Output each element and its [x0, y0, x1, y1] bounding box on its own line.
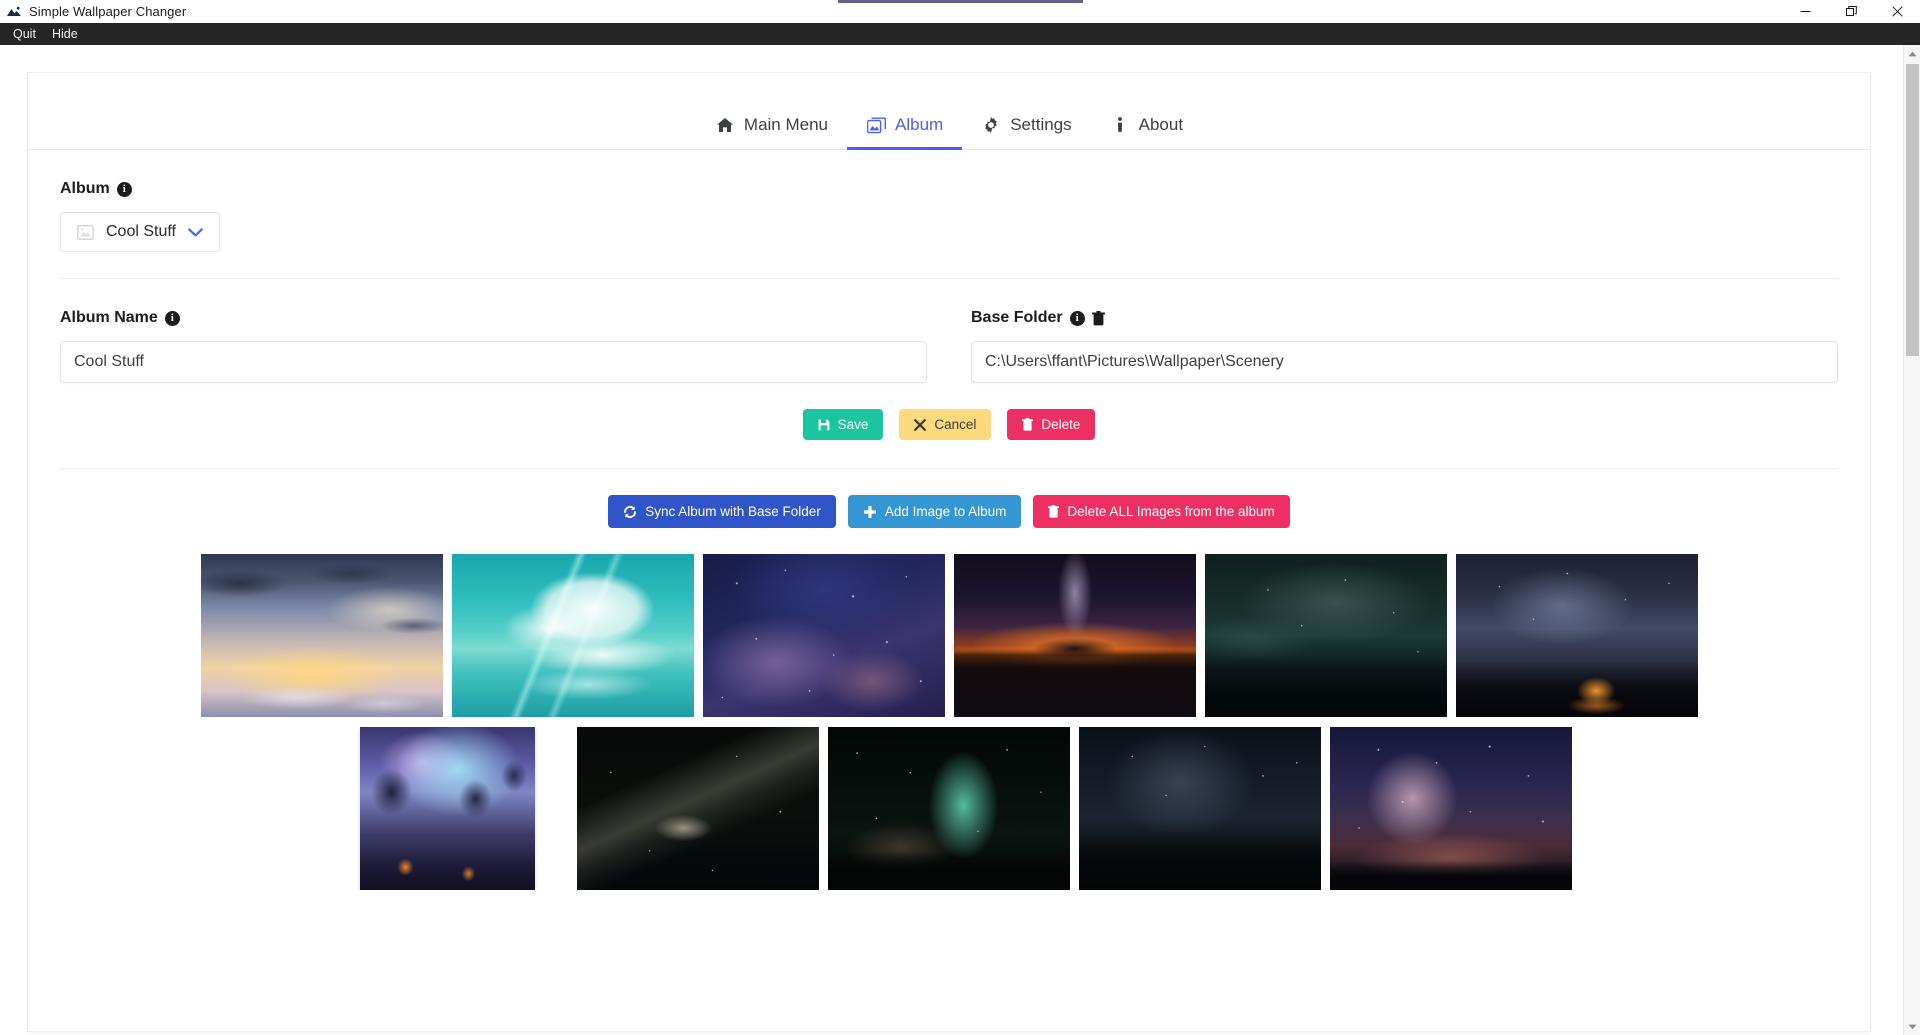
- app-menubar: Quit Hide: [0, 23, 1920, 45]
- trash-icon: [1048, 505, 1060, 518]
- cancel-button[interactable]: Cancel: [899, 409, 992, 440]
- album-name-label: Album Name: [60, 309, 158, 326]
- thumbnail-blue-nebula[interactable]: [702, 554, 945, 717]
- menu-item-hide[interactable]: Hide: [44, 25, 86, 43]
- save-disk-icon: [818, 419, 830, 431]
- delete-button-label: Delete: [1041, 417, 1081, 432]
- album-info-icon[interactable]: i: [116, 181, 132, 197]
- delete-button[interactable]: Delete: [1007, 409, 1096, 440]
- thumbnail-lake-campfire[interactable]: [1455, 554, 1698, 717]
- info-icon: [1110, 115, 1130, 135]
- album-fields-row: Album Name i Base Folder i: [28, 279, 1870, 383]
- save-button-label: Save: [837, 417, 869, 432]
- album-label: Album: [60, 180, 110, 197]
- tab-settings[interactable]: Settings: [962, 106, 1090, 150]
- thumbnail-big-cloud-pier[interactable]: [451, 554, 694, 717]
- caret-up-icon[interactable]: [1904, 45, 1920, 62]
- album-dropdown[interactable]: Cool Stuff: [60, 212, 220, 252]
- add-image-button[interactable]: Add Image to Album: [847, 495, 1022, 528]
- album-name-info-icon[interactable]: i: [164, 310, 180, 326]
- base-folder-input[interactable]: [971, 341, 1838, 383]
- tab-album[interactable]: Album: [847, 106, 963, 150]
- album-dropdown-value: Cool Stuff: [106, 223, 176, 240]
- image-placeholder-icon: [77, 224, 94, 240]
- window-controls: [1782, 0, 1920, 23]
- save-button[interactable]: Save: [802, 409, 884, 440]
- restore-icon[interactable]: [1828, 0, 1874, 23]
- delete-all-images-button[interactable]: Delete ALL Images from the album: [1033, 495, 1290, 528]
- album-select-section: Album i Cool Stuff: [28, 180, 1870, 252]
- album-label-row: Album i: [60, 180, 1838, 198]
- scrollbar-thumb[interactable]: [1906, 64, 1919, 356]
- base-folder-label-row: Base Folder i: [971, 309, 1838, 327]
- caret-down-icon[interactable]: [1904, 1018, 1920, 1035]
- album-card: Main Menu Album Settings About Album i C…: [27, 72, 1871, 1032]
- album-action-row: Sync Album with Base Folder Add Image to…: [28, 495, 1870, 528]
- sync-album-button-label: Sync Album with Base Folder: [645, 504, 821, 519]
- tab-main-menu[interactable]: Main Menu: [696, 106, 847, 150]
- album-name-input[interactable]: [60, 341, 927, 383]
- thumbnail-dark-shore[interactable]: [1204, 554, 1447, 717]
- base-folder-label: Base Folder: [971, 309, 1063, 326]
- album-name-field-group: Album Name i: [60, 279, 927, 383]
- tab-album-label: Album: [895, 115, 944, 134]
- thumbnail-forest-night-sky[interactable]: [1079, 727, 1321, 890]
- images-icon: [866, 115, 886, 135]
- tab-main-menu-label: Main Menu: [743, 115, 829, 134]
- tab-bar: Main Menu Album Settings About: [28, 73, 1870, 150]
- minimize-icon[interactable]: [1782, 0, 1828, 23]
- thumbnail-green-milkyway[interactable]: [828, 727, 1070, 890]
- base-folder-info-icon[interactable]: i: [1069, 310, 1085, 326]
- base-folder-trash-icon[interactable]: [1091, 310, 1105, 326]
- close-icon[interactable]: [1874, 0, 1920, 23]
- trash-icon: [1022, 418, 1034, 431]
- chevron-down-icon: [188, 227, 203, 237]
- album-name-label-row: Album Name i: [60, 309, 927, 327]
- vertical-scrollbar[interactable]: [1903, 45, 1920, 1035]
- delete-all-images-button-label: Delete ALL Images from the album: [1067, 504, 1275, 519]
- plus-icon: [863, 505, 877, 519]
- page-scroll-area: Main Menu Album Settings About Album i C…: [0, 45, 1903, 1035]
- gear-icon: [981, 115, 1001, 135]
- base-folder-field-group: Base Folder i: [971, 279, 1838, 383]
- tab-settings-label: Settings: [1010, 115, 1072, 134]
- section-divider-2: [60, 468, 1838, 469]
- album-thumbnail-grid: [28, 554, 1870, 930]
- window-title: Simple Wallpaper Changer: [29, 4, 187, 19]
- thumbnail-faint-milkyway[interactable]: [577, 727, 819, 890]
- add-image-button-label: Add Image to Album: [884, 504, 1007, 519]
- home-icon: [715, 115, 735, 135]
- thumbnail-sunset-clouds[interactable]: [200, 554, 443, 717]
- window-titlebar: Simple Wallpaper Changer: [0, 0, 1920, 23]
- cancel-button-label: Cancel: [934, 417, 977, 432]
- thumbnail-fantasy-aurora[interactable]: [326, 727, 568, 890]
- menu-item-quit[interactable]: Quit: [5, 25, 44, 43]
- thumbnail-volcano-milkyway[interactable]: [953, 554, 1196, 717]
- sync-album-button[interactable]: Sync Album with Base Folder: [608, 495, 836, 528]
- mountain-photo-icon: [6, 4, 22, 20]
- tab-about[interactable]: About: [1091, 106, 1202, 150]
- x-icon: [914, 418, 927, 431]
- thumbnail-milkyway-core[interactable]: [1330, 727, 1572, 890]
- crud-button-row: Save Cancel Delete: [28, 409, 1870, 440]
- titlebar-accent-strip: [838, 0, 1083, 3]
- tab-about-label: About: [1138, 115, 1184, 134]
- sync-icon: [623, 505, 637, 519]
